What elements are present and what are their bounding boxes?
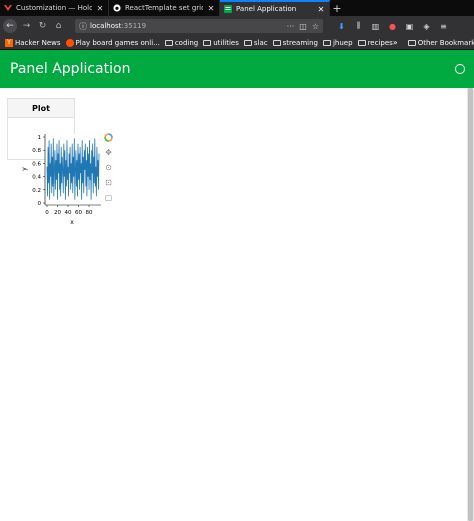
y-tick-label: 0.6 [32, 161, 41, 167]
y-tick-label: 0.2 [32, 188, 41, 194]
x-tick-label: 60 [75, 210, 82, 216]
y-tick-label: 0 [38, 201, 42, 207]
box-zoom-icon[interactable]: ⊡ [104, 178, 113, 187]
y-tick-label: 1 [38, 135, 42, 141]
y-axis-label: y [21, 167, 28, 171]
x-tick-label: 20 [54, 210, 61, 216]
bokeh-logo-icon[interactable] [104, 133, 113, 142]
x-tick-label: 0 [45, 210, 49, 216]
x-tick-label: 80 [86, 210, 93, 216]
x-axis-label: x [70, 219, 74, 226]
pan-tool-icon[interactable]: ✥ [104, 148, 113, 157]
y-tick-label: 0.4 [32, 175, 41, 181]
reset-icon[interactable]: ▢ [104, 193, 113, 202]
wheel-zoom-icon[interactable]: ⊙ [104, 163, 113, 172]
x-tick-label: 40 [65, 210, 72, 216]
line-plot[interactable]: 0 0.2 0.4 0.6 0.8 1 0 20 40 60 80 x y [0, 0, 474, 521]
y-tick-label: 0.8 [32, 148, 41, 154]
